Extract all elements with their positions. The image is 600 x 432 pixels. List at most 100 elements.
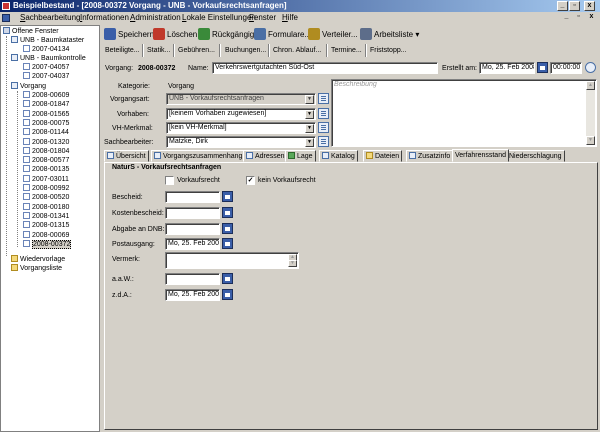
postausgang-date-field[interactable]: Mo, 25. Feb 2008 bbox=[165, 238, 220, 250]
tree-group-baumkontrolle[interactable]: UNB - Baumkontrolle bbox=[11, 54, 86, 63]
worklist-button[interactable]: Arbeitsliste ▾ bbox=[360, 27, 419, 42]
tree-item[interactable]: 2008-01144 bbox=[23, 128, 69, 137]
forms-button[interactable]: Formulare... bbox=[254, 27, 311, 42]
list-icon[interactable] bbox=[318, 108, 329, 119]
list-icon[interactable] bbox=[318, 93, 329, 104]
tree-root[interactable]: Offene Fenster bbox=[3, 27, 59, 36]
calendar-icon[interactable] bbox=[222, 238, 233, 249]
tree-item[interactable]: 2008-00992 bbox=[23, 184, 69, 193]
tree-item[interactable]: 2008-01847 bbox=[23, 100, 69, 109]
chevron-down-icon[interactable]: ▼ bbox=[305, 124, 314, 133]
beschreibung-textarea[interactable]: Beschreibung ▲ ▼ bbox=[331, 79, 597, 147]
document-icon bbox=[23, 146, 30, 154]
tree-group-vorgang[interactable]: Vorgang bbox=[11, 82, 46, 91]
tree-vorgangsliste[interactable]: Vorgangsliste bbox=[11, 264, 62, 273]
tree-item[interactable]: 2008-01341 bbox=[23, 211, 69, 221]
mdi-minimize-button[interactable]: _ bbox=[561, 13, 572, 23]
tab-lage[interactable]: Lage bbox=[285, 150, 316, 162]
menu-fenster[interactable]: Fenster bbox=[249, 12, 276, 24]
tab-uebersicht[interactable]: Übersicht bbox=[104, 150, 149, 162]
tree-item[interactable]: 2008-01320 bbox=[23, 137, 69, 147]
tree-item[interactable]: 2007-04037 bbox=[23, 72, 69, 81]
distributor-button[interactable]: Verteiler... bbox=[308, 27, 358, 42]
termine-button[interactable]: Termine... bbox=[331, 45, 362, 57]
tree-item[interactable]: 2007-04134 bbox=[23, 45, 69, 54]
statik-button[interactable]: Statik... bbox=[147, 45, 170, 57]
tab-verfahrensstand[interactable]: Verfahrensstand bbox=[452, 149, 509, 162]
buchungen-button[interactable]: Buchungen... bbox=[225, 45, 266, 57]
tree-item[interactable]: 2008-00069 bbox=[23, 230, 69, 240]
tab-vorgangszusammenhang[interactable]: Vorgangszusammenhang bbox=[151, 150, 246, 162]
kein-vorkaufsrecht-checkbox[interactable]: ✓ bbox=[246, 176, 255, 185]
save-button[interactable]: Speichern bbox=[104, 27, 154, 42]
beteiligte-button[interactable]: Beteiligte... bbox=[105, 45, 140, 57]
abgabe-date-field[interactable] bbox=[165, 223, 220, 235]
scroll-down-icon[interactable]: ▼ bbox=[586, 136, 595, 145]
chevron-down-icon[interactable]: ▼ bbox=[305, 138, 314, 147]
kostenbescheid-date-field[interactable] bbox=[165, 207, 220, 219]
tab-dateien[interactable]: Dateien bbox=[363, 150, 403, 162]
tree-wiedervorlage[interactable]: Wiedervorlage bbox=[11, 255, 65, 264]
name-field[interactable]: Verkehrswertgutachten Süd-Ost bbox=[212, 62, 438, 74]
tree-item[interactable]: 2008-00609 bbox=[23, 91, 69, 100]
close-button[interactable]: x bbox=[584, 1, 595, 11]
calendar-icon[interactable] bbox=[222, 223, 233, 234]
erstellt-date-field[interactable]: Mo, 25. Feb 2008 bbox=[479, 62, 535, 74]
tree-item[interactable]: 2008-00135 bbox=[23, 165, 69, 174]
scrollbar[interactable]: ▲ ▼ bbox=[586, 81, 595, 145]
tree-item[interactable]: 2008-00577 bbox=[23, 156, 69, 165]
aaw-date-field[interactable] bbox=[165, 273, 220, 285]
calendar-icon[interactable] bbox=[222, 273, 233, 284]
bescheid-date-field[interactable] bbox=[165, 191, 220, 203]
tree-item[interactable]: 2008-01315 bbox=[23, 221, 69, 230]
tree-item[interactable]: 2007-04057 bbox=[23, 63, 69, 72]
tab-adressen[interactable]: Adressen bbox=[243, 150, 288, 162]
gebuehren-button[interactable]: Gebühren... bbox=[178, 45, 215, 57]
mdi-restore-button[interactable]: ▫ bbox=[573, 13, 584, 23]
scrollbar[interactable]: ▲ ▼ bbox=[288, 254, 297, 267]
vermerk-textarea[interactable]: ▲ ▼ bbox=[165, 252, 299, 269]
tree-item[interactable]: 2008-01565 bbox=[23, 109, 69, 119]
tab-niederschlagung[interactable]: Niederschlagung bbox=[506, 150, 565, 162]
chevron-down-icon[interactable]: ▼ bbox=[305, 110, 314, 119]
tree-item[interactable]: 2007-03011 bbox=[23, 174, 69, 184]
calendar-icon[interactable] bbox=[222, 289, 233, 300]
menu-administration[interactable]: Administration bbox=[130, 12, 181, 24]
tab-katalog[interactable]: Katalog bbox=[319, 150, 358, 162]
erstellt-time-field[interactable]: 00:00:00 bbox=[550, 62, 582, 74]
scroll-down-icon[interactable]: ▼ bbox=[288, 260, 297, 267]
restore-button[interactable]: ▫ bbox=[569, 1, 580, 11]
list-icon[interactable] bbox=[318, 122, 329, 133]
calendar-icon[interactable] bbox=[537, 62, 548, 73]
minimize-button[interactable]: _ bbox=[557, 1, 568, 11]
calendar-icon[interactable] bbox=[222, 207, 233, 218]
mdi-close-button[interactable]: x bbox=[586, 13, 597, 23]
vorkaufsrecht-checkbox[interactable] bbox=[165, 176, 174, 185]
clock-icon[interactable] bbox=[585, 62, 596, 73]
chevron-down-icon: ▼ bbox=[305, 95, 314, 104]
tab-zusatzinfo[interactable]: Zusatzinfo bbox=[406, 150, 454, 162]
list-icon[interactable] bbox=[318, 136, 329, 147]
tree-item[interactable]: 2008-00180 bbox=[23, 202, 69, 212]
menu-hilfe[interactable]: Hilfe bbox=[282, 12, 298, 24]
doc-icon[interactable] bbox=[2, 14, 10, 22]
tree-item[interactable]: 2008-00372 bbox=[23, 239, 72, 249]
tree-group-baumkataster[interactable]: UNB - Baumkataster bbox=[11, 36, 84, 45]
calendar-icon[interactable] bbox=[222, 191, 233, 202]
menu-informationen[interactable]: Informationen bbox=[80, 12, 129, 24]
tree-item[interactable]: 2008-01804 bbox=[23, 146, 69, 156]
vhmerkmal-select[interactable]: [kein VH-Merkmal] ▼ bbox=[166, 122, 316, 134]
vorhaben-select[interactable]: [keinem Vorhaben zugewiesen] ▼ bbox=[166, 108, 316, 120]
zda-date-field[interactable]: Mo, 25. Feb 2008 bbox=[165, 289, 220, 301]
undo-button[interactable]: Rückgängig bbox=[198, 27, 254, 42]
sachbearbeiter-select[interactable]: Matzke, Dirk ▼ bbox=[166, 136, 316, 148]
menu-lokale-einstellungen[interactable]: Lokale Einstellungen bbox=[182, 12, 256, 24]
delete-button[interactable]: Löschen bbox=[153, 27, 197, 42]
chevron-down-icon[interactable]: ▾ bbox=[415, 30, 419, 39]
menu-sachbearbeitung[interactable]: Sachbearbeitung bbox=[20, 12, 81, 24]
chron-ablauf-button[interactable]: Chron. Ablauf... bbox=[273, 45, 321, 57]
friststopp-button[interactable]: Friststopp... bbox=[370, 45, 407, 57]
scroll-up-icon[interactable]: ▲ bbox=[586, 81, 595, 90]
tree-item[interactable]: 2008-00520 bbox=[23, 193, 69, 202]
tree-item[interactable]: 2008-00075 bbox=[23, 118, 69, 128]
